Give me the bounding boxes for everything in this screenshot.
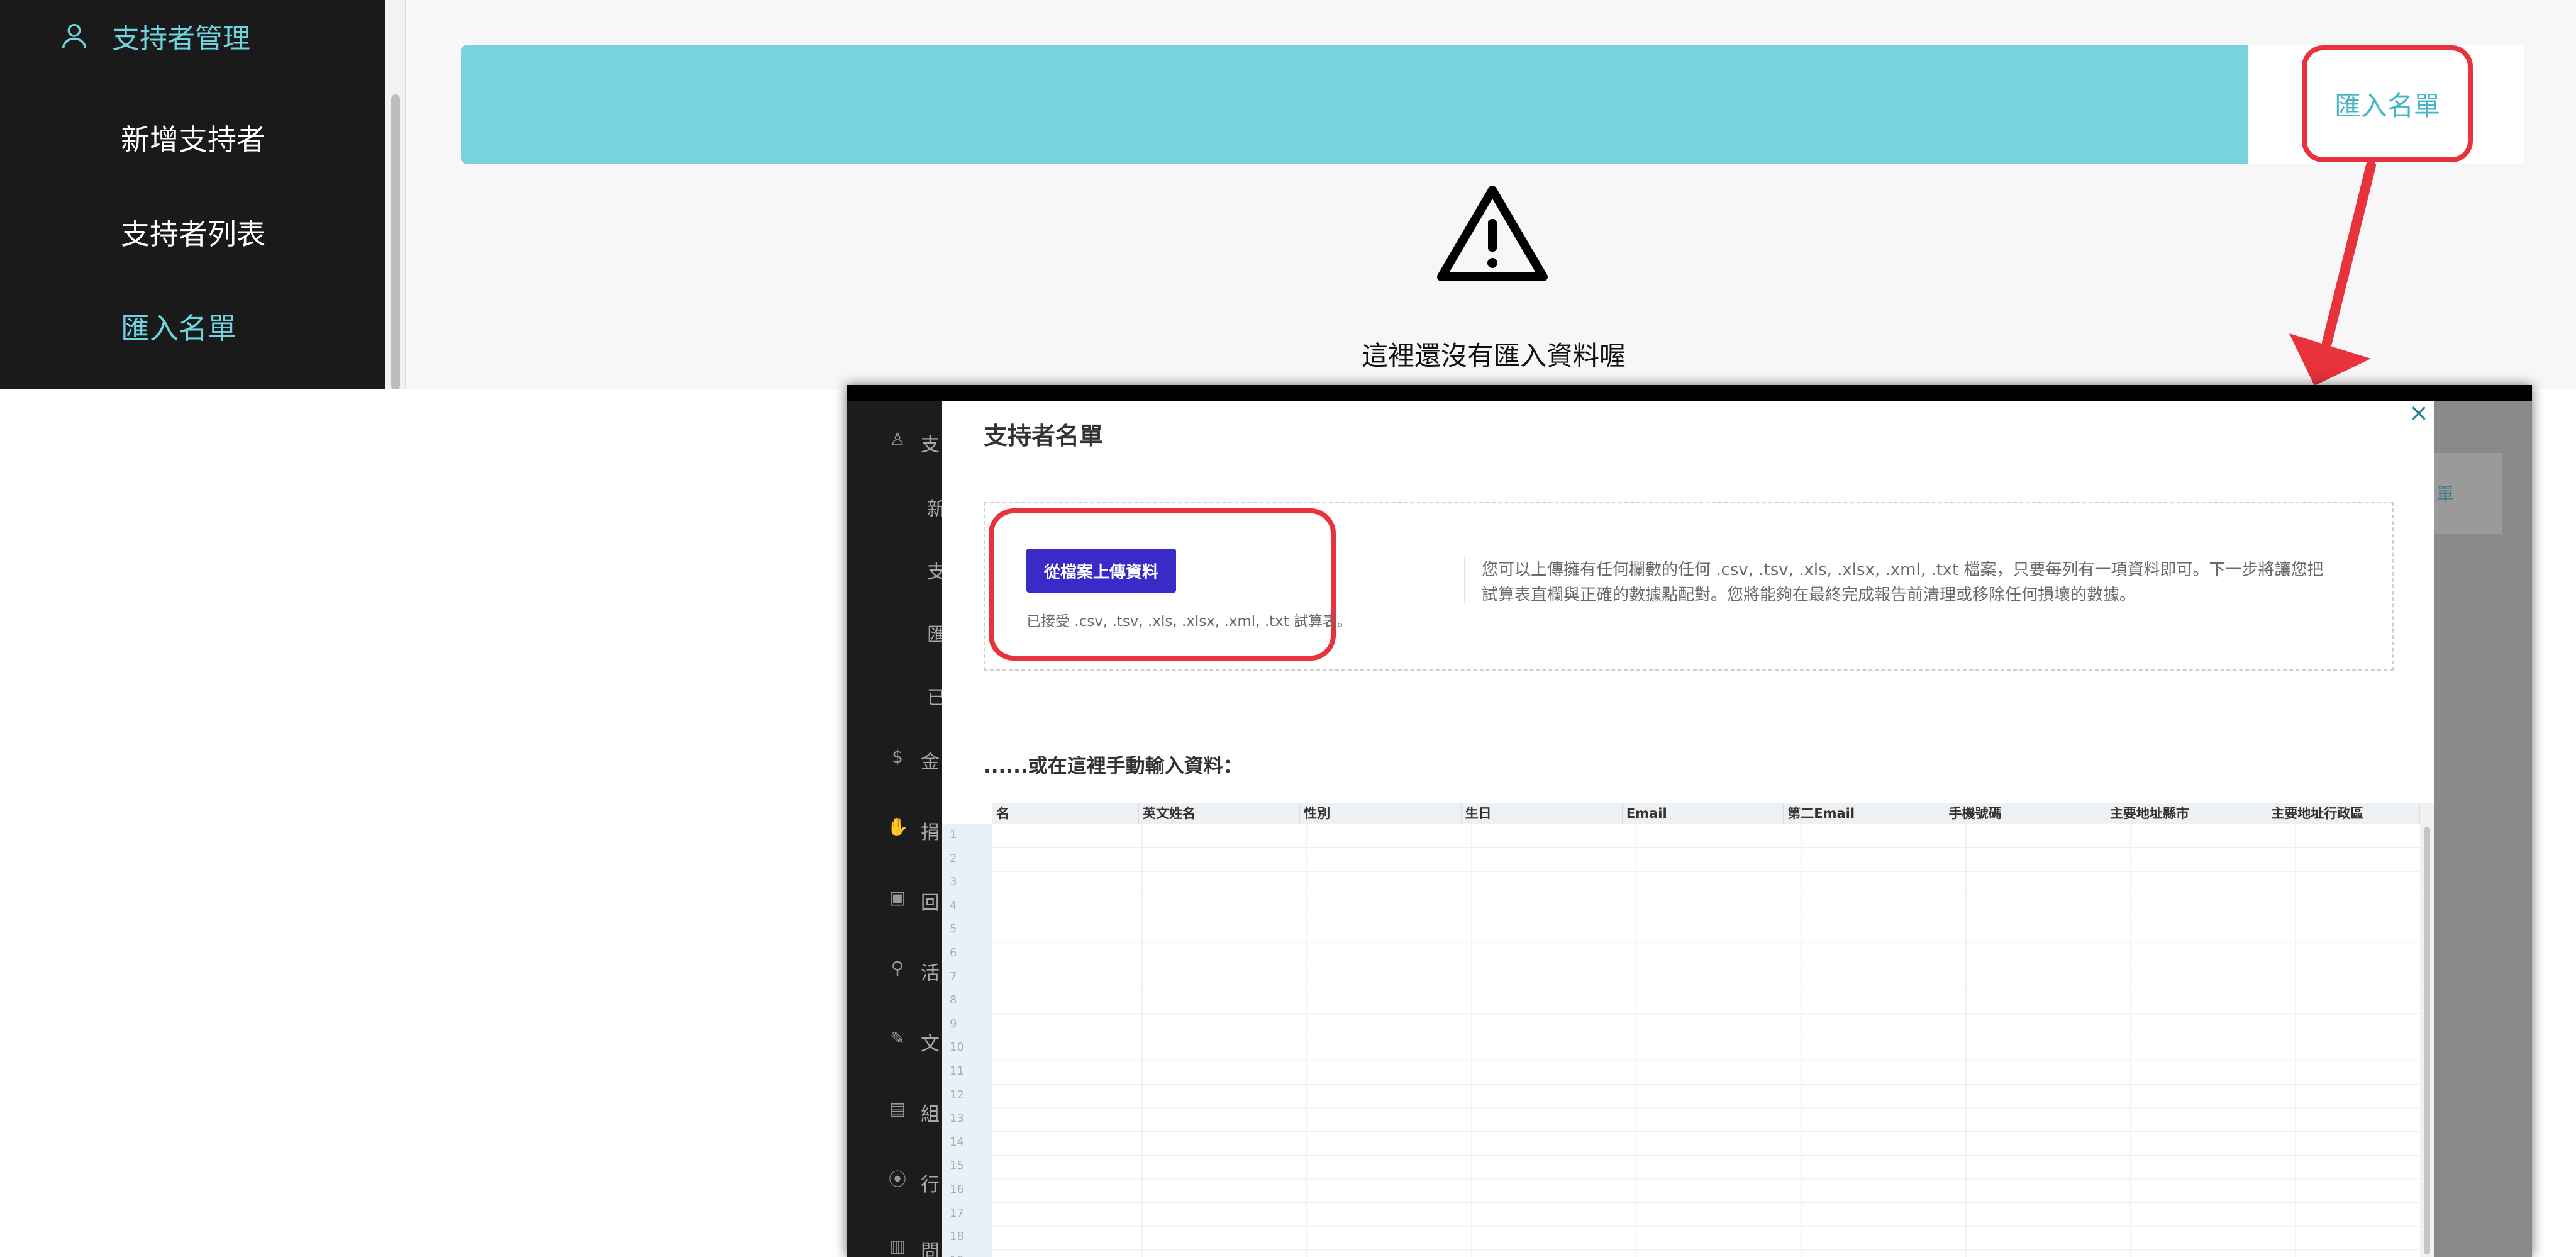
user-icon [62, 23, 87, 48]
building-icon: ▤ [889, 1098, 906, 1119]
annotation-arrow [2289, 160, 2376, 386]
user-icon: ♙ [889, 429, 906, 450]
import-list-button[interactable]: 匯入名單 [2302, 45, 2473, 162]
divider [1464, 557, 1465, 603]
upload-from-file-button[interactable]: 從檔案上傳資料 [1026, 549, 1176, 593]
modal-title: 支持者名單 [984, 422, 1104, 450]
row-number: 16 [950, 1183, 964, 1196]
column-header[interactable]: 生日 [1462, 803, 1623, 824]
dimmed-glyph: 捐 [921, 822, 940, 844]
dimmed-glyph: 回 [921, 892, 940, 914]
close-icon[interactable]: × [2407, 401, 2430, 425]
row-number: 17 [950, 1206, 964, 1220]
row-number: 2 [950, 851, 957, 865]
row-number: 1 [950, 828, 957, 841]
sidebar-scrollbar[interactable] [385, 0, 406, 389]
sidebar-item-supporter-list[interactable]: 支持者列表 [121, 211, 265, 253]
accepted-formats-note: 已接受 .csv, .tsv, .xls, .xlsx, .xml, .txt … [1026, 613, 1352, 630]
row-number: 8 [950, 993, 957, 1007]
dimmed-glyph: 文 [921, 1033, 940, 1055]
column-header[interactable]: 主要地址縣市 [2106, 803, 2268, 824]
column-header[interactable]: 名 [992, 803, 1139, 824]
gift-icon: ▣ [889, 887, 906, 908]
dimmed-glyph: 問 [921, 1241, 940, 1257]
sidebar-item-import-list[interactable]: 匯入名單 [121, 306, 236, 347]
manual-entry-label: ......或在這裡手動輸入資料： [984, 755, 1243, 778]
donate-hand-icon: ✋ [887, 817, 909, 837]
row-number: 9 [950, 1017, 957, 1031]
column-header[interactable]: 性別 [1300, 803, 1462, 824]
app-page: 支持者管理 新增支持者 支持者列表 匯入名單 匯入名單 這裡還沒有匯入資料喔 [0, 0, 2576, 389]
dimmed-glyph: 活 [921, 963, 940, 985]
pen-icon: ✎ [890, 1028, 905, 1049]
row-number: 11 [950, 1064, 964, 1078]
upload-description: 您可以上傳擁有任何欄數的任何 .csv, .tsv, .xls, .xlsx, … [1482, 561, 2324, 605]
modal-screenshot: ♙ 支 新 支 匯 已 $ 金 ✋ 捐 ▣ 回 ⚲ 活 ✎ 文 ▤ 組 ⦿ 行 … [847, 385, 2532, 1257]
sidebar-item-add-supporter[interactable]: 新增支持者 [121, 117, 265, 159]
row-number-column: 12345678910111213141516171819 [942, 824, 992, 1257]
column-header[interactable]: Email [1623, 803, 1784, 824]
supporters-import-modal: 支持者名單 × 從檔案上傳資料 已接受 .csv, .tsv, .xls, .x… [942, 401, 2434, 1257]
header-banner [461, 45, 2248, 164]
dollar-icon: $ [892, 746, 903, 767]
survey-icon: ▥ [889, 1236, 906, 1256]
grid-header-row: 名英文姓名 性別 生日 Email 第二Email 手機號碼 主要地址縣市 主要地址行政區 [992, 803, 2420, 824]
column-header[interactable]: 主要地址行政區 [2267, 803, 2420, 824]
row-number: 13 [950, 1112, 964, 1126]
row-number: 4 [950, 898, 957, 912]
grid-scroll-thumb[interactable] [2424, 827, 2430, 1254]
spreadsheet-grid[interactable]: 名英文姓名 性別 生日 Email 第二Email 手機號碼 主要地址縣市 主要地址行政區 1… [942, 803, 2434, 1257]
dimmed-glyph: 行 [921, 1174, 940, 1196]
row-number: 10 [950, 1041, 964, 1054]
broadcast-icon: ⦿ [888, 1169, 906, 1190]
dimmed-glyph: 支 [921, 434, 940, 456]
row-number: 6 [950, 946, 957, 959]
warning-icon [1437, 186, 1548, 281]
column-header[interactable]: 英文姓名 [1139, 803, 1301, 824]
dimmed-glyph: 金 [921, 751, 940, 773]
column-header[interactable]: 第二Email [1784, 803, 1945, 824]
row-number: 3 [950, 875, 957, 889]
row-number: 18 [950, 1230, 964, 1244]
sidebar-scroll-thumb[interactable] [391, 94, 400, 389]
column-header[interactable]: 手機號碼 [1945, 803, 2106, 824]
dimmed-page-right: 單 [2434, 401, 2532, 1257]
window-topbar [847, 385, 2532, 401]
row-number: 5 [950, 922, 957, 936]
dimmed-glyph: 組 [921, 1103, 940, 1126]
dimmed-glyph: 單 [2436, 484, 2455, 505]
row-number: 15 [950, 1159, 964, 1173]
grid-scrollbar[interactable] [2420, 803, 2434, 1257]
dimmed-sidebar: ♙ 支 新 支 匯 已 $ 金 ✋ 捐 ▣ 回 ⚲ 活 ✎ 文 ▤ 組 ⦿ 行 … [847, 401, 946, 1257]
row-number: 19 [950, 1254, 964, 1257]
sidebar-section-title: 支持者管理 [112, 23, 250, 55]
row-number: 7 [950, 969, 957, 983]
sidebar: 支持者管理 新增支持者 支持者列表 匯入名單 [0, 0, 385, 389]
empty-state-message: 這裡還沒有匯入資料喔 [1361, 340, 1626, 371]
row-number: 14 [950, 1135, 964, 1149]
row-number: 12 [950, 1088, 964, 1102]
sidebar-section-supporters[interactable]: 支持者管理 [58, 14, 250, 58]
event-icon: ⚲ [891, 958, 904, 978]
grid-cells[interactable] [992, 824, 2420, 1257]
